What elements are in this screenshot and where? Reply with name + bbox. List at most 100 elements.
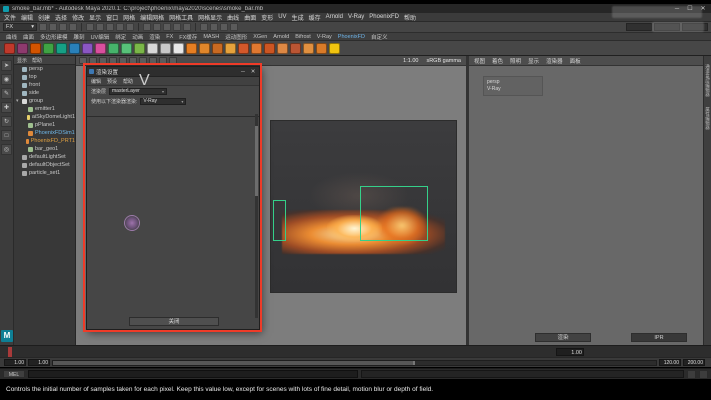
- menu-item[interactable]: 文件: [4, 13, 16, 22]
- shelf-tool-icon[interactable]: [238, 43, 249, 54]
- render-view-tool-icon[interactable]: [99, 57, 107, 64]
- render-view-tool-icon[interactable]: [159, 57, 167, 64]
- status-icon[interactable]: [116, 23, 124, 31]
- shelf-tool-icon[interactable]: [329, 43, 340, 54]
- viewport-menu-item[interactable]: 照明: [510, 57, 521, 65]
- outliner-item[interactable]: ▾group: [14, 97, 75, 105]
- outliner-item[interactable]: bar_geo1: [14, 145, 75, 153]
- shelf-tool-icon[interactable]: [225, 43, 236, 54]
- shelf-tab[interactable]: 曲面: [23, 33, 34, 41]
- shelf-tool-icon[interactable]: [108, 43, 119, 54]
- dialog-scrollbar[interactable]: [255, 114, 258, 318]
- viewport-menu-item[interactable]: 显示: [528, 57, 539, 65]
- render-view-tool-icon[interactable]: [129, 57, 137, 64]
- shelf-tool-icon[interactable]: [212, 43, 223, 54]
- viewport-menu-item[interactable]: 面板: [570, 57, 581, 65]
- lasso-tool-icon[interactable]: ◉: [1, 74, 12, 85]
- dialog-menu-item[interactable]: 帮助: [123, 78, 133, 85]
- outliner-menu[interactable]: 显示: [17, 57, 27, 64]
- outliner-item[interactable]: pPlane1: [14, 121, 75, 129]
- status-icon[interactable]: [69, 23, 77, 31]
- history-field[interactable]: [682, 23, 708, 31]
- viewport-menu-item[interactable]: 渲染器: [546, 57, 563, 65]
- shelf-tool-icon[interactable]: [290, 43, 301, 54]
- dialog-menu-item[interactable]: 预设: [107, 78, 117, 85]
- status-icon[interactable]: [200, 23, 208, 31]
- menu-item[interactable]: 窗口: [106, 13, 118, 22]
- render-region-marquee-small[interactable]: [273, 200, 286, 241]
- shelf-tab[interactable]: Bifrost: [295, 34, 311, 40]
- shelf-tab[interactable]: 渲染: [149, 33, 160, 41]
- shelf-tab[interactable]: XGen: [253, 34, 267, 40]
- status-icon[interactable]: [210, 23, 218, 31]
- sidebar-tab[interactable]: 属性编辑器: [705, 107, 711, 130]
- outliner-item[interactable]: defaultLightSet: [14, 153, 75, 161]
- shelf-tool-icon[interactable]: [43, 43, 54, 54]
- dialog-title-bar[interactable]: 渲染设置 ─ ✕: [87, 67, 259, 77]
- outliner-item[interactable]: persp: [14, 65, 75, 73]
- menu-item[interactable]: 网格显示: [198, 13, 222, 22]
- status-icon[interactable]: [143, 23, 151, 31]
- outliner-item[interactable]: side: [14, 89, 75, 97]
- status-icon[interactable]: [96, 23, 104, 31]
- maximize-icon[interactable]: ☐: [685, 5, 695, 12]
- outliner-item[interactable]: front: [14, 81, 75, 89]
- viewport-button[interactable]: IPR: [631, 333, 687, 342]
- render-view-tool-icon[interactable]: [79, 57, 87, 64]
- dialog-menu-item[interactable]: 编辑: [91, 78, 101, 85]
- render-view-tool-icon[interactable]: [169, 57, 177, 64]
- menu-item[interactable]: 帮助: [404, 13, 416, 22]
- outliner-item[interactable]: emitter1: [14, 105, 75, 113]
- command-input[interactable]: [28, 370, 358, 378]
- menu-item[interactable]: UV: [278, 14, 286, 20]
- shelf-tool-icon[interactable]: [277, 43, 288, 54]
- status-icon[interactable]: [49, 23, 57, 31]
- shelf-tool-icon[interactable]: [121, 43, 132, 54]
- shelf-tool-icon[interactable]: [251, 43, 262, 54]
- shelf-tab[interactable]: 雕刻: [74, 33, 85, 41]
- shelf-tool-icon[interactable]: [56, 43, 67, 54]
- shelf-tool-icon[interactable]: [199, 43, 210, 54]
- menu-item[interactable]: PhoenixFD: [369, 14, 399, 20]
- animation-end-field[interactable]: 200.00: [683, 359, 705, 366]
- outliner-item[interactable]: particle_set1: [14, 169, 75, 177]
- menu-item[interactable]: V-Ray: [348, 14, 364, 20]
- menu-item[interactable]: 选择: [55, 13, 67, 22]
- viewport-button[interactable]: 渲染: [535, 333, 591, 342]
- menu-item[interactable]: 修改: [72, 13, 84, 22]
- snap-field[interactable]: [654, 23, 680, 31]
- range-slider-handle[interactable]: [53, 361, 415, 365]
- animation-start-field[interactable]: 1.00: [4, 359, 26, 366]
- dialog-close-icon[interactable]: ✕: [249, 69, 257, 75]
- menu-item[interactable]: 网格工具: [169, 13, 193, 22]
- status-icon[interactable]: [59, 23, 67, 31]
- move-tool-icon[interactable]: ✚: [1, 102, 12, 113]
- shelf-tab[interactable]: V-Ray: [317, 34, 332, 40]
- shelf-tab[interactable]: 运动图形: [225, 33, 247, 41]
- playback-start-field[interactable]: 1.00: [28, 359, 50, 366]
- shelf-tab[interactable]: UV编辑: [91, 33, 110, 41]
- shelf-tab[interactable]: 绑定: [115, 33, 126, 41]
- dialog-minimize-icon[interactable]: ─: [239, 69, 247, 75]
- status-icon[interactable]: [86, 23, 94, 31]
- menu-set-dropdown[interactable]: FX ▾: [3, 23, 37, 31]
- shelf-tab[interactable]: 曲线: [6, 33, 17, 41]
- status-icon[interactable]: [173, 23, 181, 31]
- shelf-tab[interactable]: FX: [166, 34, 173, 40]
- shelf-tool-icon[interactable]: [160, 43, 171, 54]
- last-tool-icon[interactable]: ◎: [1, 144, 12, 155]
- render-view-tool-icon[interactable]: [89, 57, 97, 64]
- range-slider[interactable]: [52, 360, 657, 366]
- rotate-tool-icon[interactable]: ↻: [1, 116, 12, 127]
- shelf-tab[interactable]: 多边形建模: [40, 33, 68, 41]
- sidebar-tab[interactable]: 通道盒/层编辑器: [705, 64, 711, 97]
- renderer-dropdown[interactable]: V-Ray ▾: [140, 98, 186, 105]
- outliner-menu[interactable]: 帮助: [32, 57, 42, 64]
- current-time-indicator[interactable]: [8, 347, 12, 357]
- outliner-item[interactable]: top: [14, 73, 75, 81]
- shelf-tab[interactable]: PhoenixFD: [338, 34, 365, 40]
- shelf-tool-icon[interactable]: [30, 43, 41, 54]
- shelf-tool-icon[interactable]: [69, 43, 80, 54]
- status-icon[interactable]: [126, 23, 134, 31]
- shelf-tool-icon[interactable]: [264, 43, 275, 54]
